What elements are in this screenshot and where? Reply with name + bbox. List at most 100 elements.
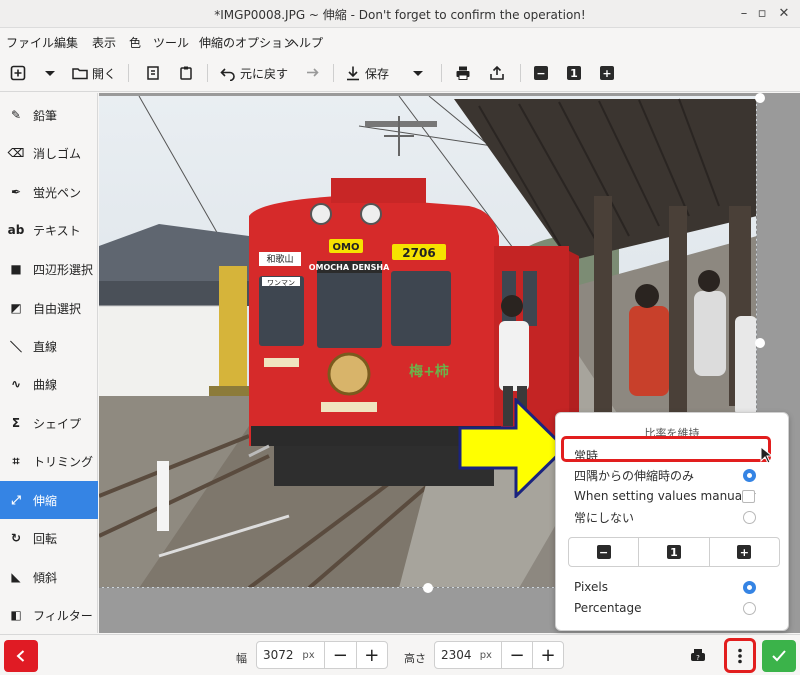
menu-help[interactable]: ヘルプ (287, 34, 323, 51)
shape-icon: Σ (11, 416, 21, 430)
tool-text[interactable]: ab テキスト (0, 211, 98, 249)
annotation-arrow (458, 398, 568, 498)
option-never[interactable]: 常にしない (574, 507, 774, 527)
unit-percentage[interactable]: Percentage (574, 598, 774, 618)
popover-zoom-value[interactable]: 1 (639, 538, 710, 566)
new-icon (10, 65, 26, 81)
menu-bar: ファイル 編集 表示 色 ツール 伸縮のオプション ヘルプ (0, 28, 800, 54)
zoom-in-button[interactable]: + (600, 62, 614, 84)
tool-label: シェイプ (33, 416, 82, 431)
highlight-always-option (561, 436, 771, 462)
rect-select-icon: ■ (10, 262, 22, 276)
tool-eraser[interactable]: ⌫ 消しゴム (0, 134, 98, 172)
curve-icon: ∿ (10, 377, 22, 391)
rotate-icon: ↻ (10, 531, 22, 545)
checkbox-manual-values[interactable] (742, 489, 755, 503)
open-button[interactable]: 開く (72, 62, 116, 84)
tool-label: 自由選択 (33, 301, 82, 316)
width-input[interactable]: 3072 (257, 648, 302, 662)
height-input[interactable]: 2304 (435, 648, 480, 662)
toolbar: 開く 元に戻す 保存 − 1 + (0, 54, 800, 92)
checkmark-icon (772, 650, 786, 662)
tool-highlighter[interactable]: ✒ 蛍光ペン (0, 173, 98, 211)
radio-never[interactable] (743, 510, 756, 524)
width-label: 幅 (236, 652, 247, 665)
undo-icon (220, 68, 235, 81)
svg-text:?: ? (696, 654, 700, 662)
tool-line[interactable]: ＼ 直線 (0, 327, 98, 365)
option-manual-values[interactable]: When setting values manually (574, 486, 774, 506)
menu-scale-options[interactable]: 伸縮のオプション (199, 34, 295, 51)
minimize-button[interactable]: – (734, 4, 754, 24)
tool-crop[interactable]: ⌗ トリミング (0, 442, 98, 480)
new-button[interactable] (10, 62, 26, 84)
options-menu-button[interactable] (724, 638, 756, 673)
radio-pixels[interactable] (743, 580, 756, 594)
new-dropdown-button[interactable] (44, 62, 56, 84)
toolbar-separator (441, 64, 442, 82)
option-corners-only-label: 四隅からの伸縮時のみ (574, 468, 695, 483)
tool-shape[interactable]: Σ シェイプ (0, 404, 98, 442)
option-corners-only[interactable]: 四隅からの伸縮時のみ (574, 465, 774, 485)
tool-label: 伸縮 (33, 493, 58, 508)
tool-free-select[interactable]: ◩ 自由選択 (0, 289, 98, 327)
tools-sidebar: ✎ 鉛筆 ⌫ 消しゴム ✒ 蛍光ペン ab テキスト ■ 四辺形選択 ◩ 自由選択 ＼ 直線 ∿ 曲線 Σ シェイ… (0, 93, 98, 633)
maximize-button[interactable]: ▫ (752, 4, 772, 24)
unit-pixels[interactable]: Pixels (574, 577, 774, 597)
height-decrease-button[interactable]: − (501, 642, 532, 668)
tool-filter[interactable]: ◧ フィルター (0, 596, 98, 634)
width-increase-button[interactable]: + (355, 642, 388, 668)
save-dropdown-button[interactable] (412, 62, 424, 84)
tool-rect-select[interactable]: ■ 四辺形選択 (0, 250, 98, 288)
fruit-decoration: 梅+柿 (409, 363, 449, 380)
menu-tools[interactable]: ツール (153, 34, 189, 51)
undo-label: 元に戻す (240, 66, 289, 81)
bottom-bar: 幅 3072 px − + 高さ 2304 px − + ? (0, 634, 800, 675)
tool-skew[interactable]: ◣ 傾斜 (0, 558, 98, 596)
unit-percentage-label: Percentage (574, 601, 642, 615)
tool-label: テキスト (33, 223, 81, 238)
eraser-icon: ⌫ (7, 146, 25, 160)
height-spinner: 2304 px − + (434, 641, 564, 669)
tool-label: 鉛筆 (33, 108, 58, 123)
tool-rotate[interactable]: ↻ 回転 (0, 519, 98, 557)
highlighter-icon: ✒ (10, 185, 22, 199)
menu-edit[interactable]: 編集 (54, 34, 78, 51)
paste-button[interactable] (145, 62, 161, 84)
share-button[interactable] (489, 62, 505, 84)
zoom-value[interactable]: 1 (567, 62, 581, 84)
popover-zoom-in-button[interactable]: + (710, 538, 779, 566)
width-decrease-button[interactable]: − (324, 642, 356, 668)
clipboard-button[interactable] (178, 62, 194, 84)
train-number-sign: 2706 (402, 246, 435, 260)
menu-file[interactable]: ファイル (6, 34, 54, 51)
menu-colors[interactable]: 色 (129, 34, 141, 51)
resize-handle-right[interactable] (755, 338, 765, 348)
close-window-button[interactable]: ✕ (774, 4, 794, 24)
apply-button[interactable] (762, 640, 796, 672)
menu-view[interactable]: 表示 (92, 34, 116, 51)
crop-icon: ⌗ (12, 453, 20, 468)
resize-handle-top-right[interactable] (755, 93, 765, 103)
tool-scale[interactable]: ⤢ 伸縮 (0, 481, 98, 519)
zoom-value-label: 1 (567, 66, 581, 80)
zoom-out-button[interactable]: − (534, 62, 548, 84)
radio-corners-only[interactable] (743, 468, 756, 482)
print-button[interactable] (455, 62, 471, 84)
resize-handle-bottom[interactable] (423, 583, 433, 593)
undo-button[interactable]: 元に戻す (220, 62, 288, 84)
window-title: *IMGP0008.JPG ~ 伸縮 - Don't forget to con… (214, 8, 586, 22)
tool-label: 傾斜 (33, 570, 58, 585)
densha-sign: OMOCHA DENSHA (309, 263, 390, 272)
tool-pencil[interactable]: ✎ 鉛筆 (0, 96, 98, 134)
printer-help-icon[interactable]: ? (690, 648, 706, 664)
cancel-button[interactable] (4, 640, 38, 672)
radio-percentage[interactable] (743, 601, 756, 615)
height-increase-button[interactable]: + (532, 642, 563, 668)
toolbar-separator (128, 64, 129, 82)
popover-zoom-out-button[interactable]: − (569, 538, 640, 566)
tool-curve[interactable]: ∿ 曲線 (0, 365, 98, 403)
redo-button[interactable] (303, 62, 319, 84)
save-button[interactable]: 保存 (345, 62, 389, 84)
height-unit: px (479, 649, 492, 661)
